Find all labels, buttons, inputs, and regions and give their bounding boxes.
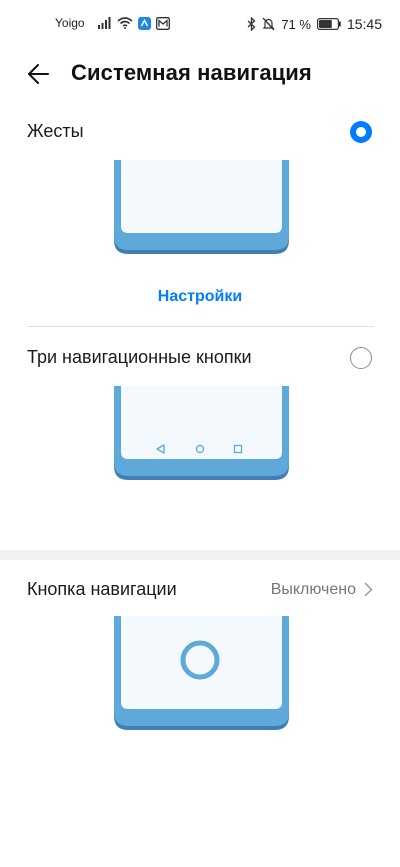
navigation-button-row[interactable]: Кнопка навигации Выключено <box>0 568 400 612</box>
battery-percent: 71 % <box>281 16 311 32</box>
gestures-illustration <box>114 160 289 256</box>
mail-notification-icon <box>155 16 170 30</box>
three-buttons-radio[interactable] <box>350 347 372 369</box>
navigation-button-label: Кнопка навигации <box>27 579 177 599</box>
gestures-settings-link[interactable]: Настройки <box>0 288 400 306</box>
navigation-button-illustration <box>114 616 289 732</box>
chevron-right-icon <box>364 582 373 597</box>
bluetooth-icon <box>247 17 256 31</box>
option-gestures[interactable]: Жесты <box>0 112 400 152</box>
header: Системная навигация <box>0 50 400 98</box>
battery-icon <box>316 18 341 30</box>
app-notification-icon <box>137 16 151 30</box>
option-three-buttons[interactable]: Три навигационные кнопки <box>0 338 400 378</box>
wifi-icon <box>117 17 133 29</box>
navigation-button-value: Выключено <box>270 581 356 598</box>
status-bar: Yoigo 71 % 15:45 <box>0 0 400 48</box>
carrier-label: Yoigo <box>55 16 85 30</box>
three-buttons-label: Три навигационные кнопки <box>27 347 252 367</box>
gestures-radio[interactable] <box>350 121 372 143</box>
section-separator <box>0 550 400 560</box>
page-title: Системная навигация <box>71 60 312 85</box>
arrow-left-icon <box>26 63 50 85</box>
divider <box>27 326 374 327</box>
back-button[interactable] <box>22 58 54 90</box>
signal-icon <box>97 17 112 29</box>
clock: 15:45 <box>346 16 382 32</box>
three-buttons-illustration <box>114 386 289 482</box>
gestures-label: Жесты <box>27 121 84 141</box>
mute-bell-icon <box>262 17 275 31</box>
